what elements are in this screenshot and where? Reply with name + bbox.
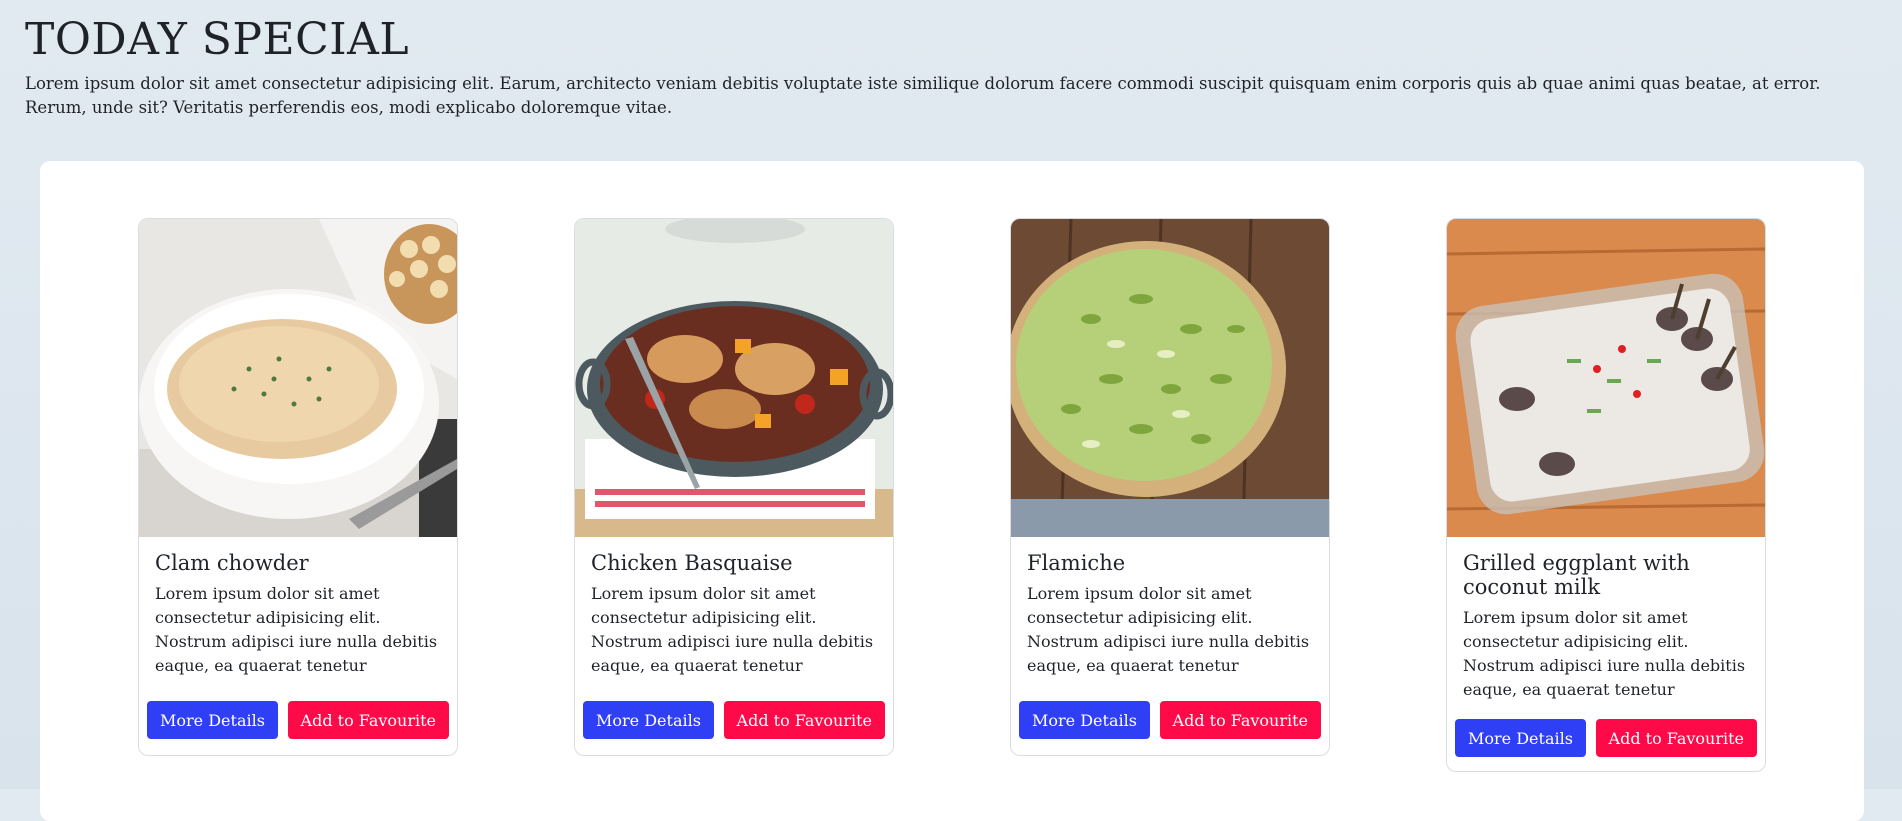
more-details-button[interactable]: More Details xyxy=(147,701,278,739)
food-card: Grilled eggplant with coconut milk Lorem… xyxy=(1446,218,1766,772)
page-intro: Lorem ipsum dolor sit amet consectetur a… xyxy=(25,74,1821,117)
add-to-favourite-button[interactable]: Add to Favourite xyxy=(723,701,885,739)
card-text: Lorem ipsum dolor sit amet consectetur a… xyxy=(591,584,874,675)
card-text: Lorem ipsum dolor sit amet consectetur a… xyxy=(1463,608,1746,699)
food-card: Flamiche Lorem ipsum dolor sit amet cons… xyxy=(1010,218,1330,756)
specials-panel: Clam chowder Lorem ipsum dolor sit amet … xyxy=(40,161,1864,821)
food-card: Chicken Basquaise Lorem ipsum dolor sit … xyxy=(574,218,894,756)
add-to-favourite-button[interactable]: Add to Favourite xyxy=(287,701,449,739)
more-details-button[interactable]: More Details xyxy=(1019,701,1150,739)
flamiche-image xyxy=(1011,219,1329,537)
grilled-eggplant-image xyxy=(1447,219,1765,537)
card-text: Lorem ipsum dolor sit amet consectetur a… xyxy=(155,584,438,675)
card-title: Flamiche xyxy=(1027,551,1126,575)
clam-chowder-image xyxy=(139,219,457,537)
page-title: TODAY SPECIAL xyxy=(25,14,410,65)
food-card: Clam chowder Lorem ipsum dolor sit amet … xyxy=(138,218,458,756)
card-text: Lorem ipsum dolor sit amet consectetur a… xyxy=(1027,584,1310,675)
page-header: TODAY SPECIAL Lorem ipsum dolor sit amet… xyxy=(25,14,1875,120)
more-details-button[interactable]: More Details xyxy=(1455,719,1586,757)
card-title: Grilled eggplant with coconut milk xyxy=(1463,551,1690,599)
more-details-button[interactable]: More Details xyxy=(583,701,714,739)
add-to-favourite-button[interactable]: Add to Favourite xyxy=(1595,719,1757,757)
add-to-favourite-button[interactable]: Add to Favourite xyxy=(1159,701,1321,739)
chicken-basquaise-image xyxy=(575,219,893,537)
card-title: Chicken Basquaise xyxy=(591,551,793,575)
card-title: Clam chowder xyxy=(155,551,309,575)
